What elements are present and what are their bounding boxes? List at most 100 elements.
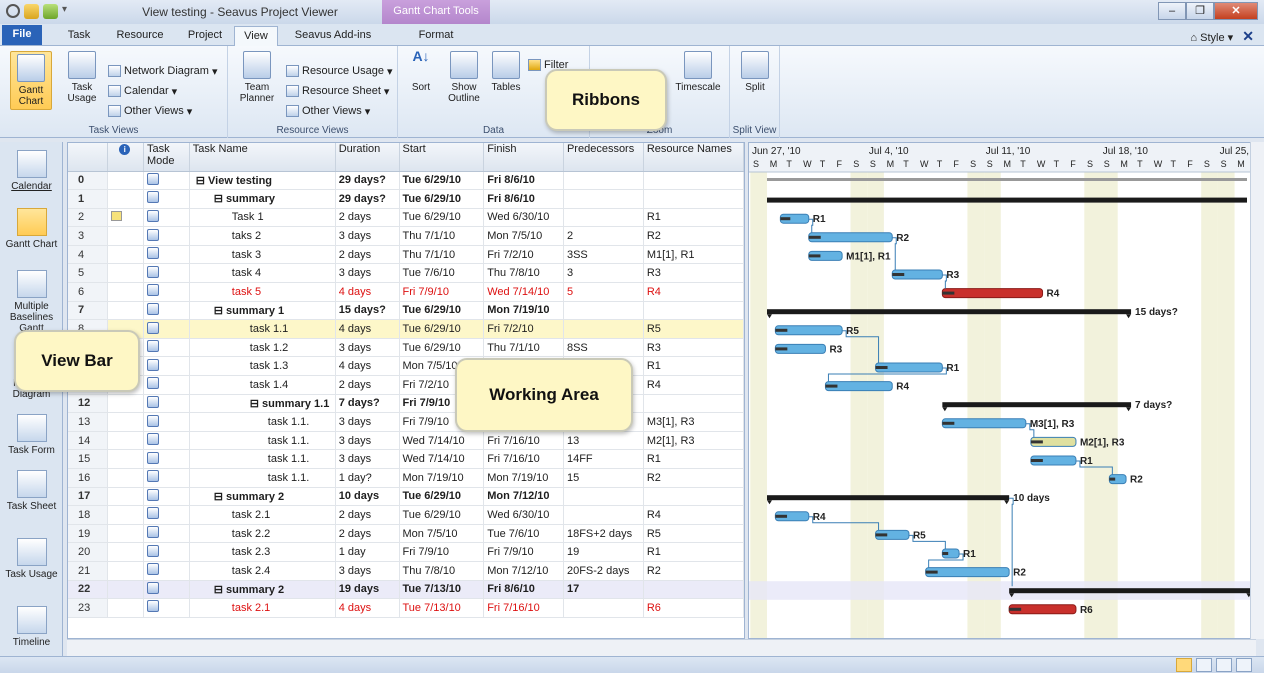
cell-duration[interactable]: 4 days — [335, 356, 400, 377]
cell-finish[interactable]: Mon 7/12/10 — [483, 487, 564, 507]
cell-duration[interactable]: 3 days — [335, 449, 400, 469]
cell-task-name[interactable]: task 1.1. — [189, 431, 336, 451]
table-row[interactable]: 13task 1.1.3 daysFri 7/9/10Tue 7/13/10M3… — [68, 412, 744, 432]
minimize-ribbon-icon[interactable]: ⌂ — [1190, 32, 1197, 44]
cell-duration[interactable]: 1 day? — [335, 468, 400, 488]
column-header-task-mode[interactable]: Task Mode — [143, 143, 190, 172]
cell-start[interactable]: Thu 7/8/10 — [399, 561, 485, 581]
cell-task-mode[interactable] — [143, 524, 190, 544]
cell-task-mode[interactable] — [143, 245, 190, 265]
team-planner-button[interactable]: Team Planner — [234, 51, 280, 104]
cell-task-name[interactable]: task 1.1. — [189, 412, 336, 432]
tab-seavus-addins[interactable]: Seavus Add-ins — [290, 26, 376, 46]
cell-resource-names[interactable]: M3[1], R3 — [643, 412, 744, 432]
collapse-icon[interactable]: ⊟ — [214, 491, 226, 503]
cell-row-id[interactable]: 1 — [68, 189, 109, 209]
cell-task-name[interactable]: ⊟ summary 1 — [189, 301, 336, 321]
cell-finish[interactable]: Mon 7/5/10 — [483, 226, 564, 246]
minimize-icon[interactable]: – — [1158, 2, 1186, 20]
cell-predecessors[interactable] — [563, 171, 644, 191]
cell-task-mode[interactable] — [143, 356, 190, 377]
cell-predecessors[interactable]: 5 — [563, 282, 644, 302]
cell-indicators[interactable] — [107, 282, 144, 302]
column-header-task-name[interactable]: Task Name — [189, 143, 336, 172]
cell-finish[interactable]: Wed 6/30/10 — [483, 505, 564, 525]
cell-row-id[interactable]: 6 — [68, 282, 109, 302]
cell-task-mode[interactable] — [143, 580, 190, 600]
cell-duration[interactable]: 3 days — [335, 431, 400, 451]
cell-resource-names[interactable]: R2 — [643, 468, 744, 488]
close-document-icon[interactable]: ✕ — [1242, 28, 1254, 44]
cell-finish[interactable]: Fri 8/6/10 — [483, 189, 564, 209]
cell-predecessors[interactable]: 2 — [563, 226, 644, 246]
cell-resource-names[interactable]: M1[1], R1 — [643, 245, 744, 265]
cell-task-mode[interactable] — [143, 412, 190, 432]
cell-task-name[interactable]: task 1.1 — [189, 319, 336, 339]
cell-resource-names[interactable]: R1 — [643, 208, 744, 228]
cell-row-id[interactable]: 4 — [68, 245, 109, 265]
calendar-button[interactable]: Calendar ▾ — [108, 82, 177, 100]
cell-resource-names[interactable]: R4 — [643, 505, 744, 525]
cell-finish[interactable]: Mon 7/19/10 — [483, 301, 564, 321]
column-header-start[interactable]: Start — [399, 143, 485, 172]
cell-finish[interactable]: Fri 8/6/10 — [483, 171, 564, 191]
cell-task-mode[interactable] — [143, 319, 190, 339]
table-row[interactable]: 8task 1.14 daysTue 6/29/10Fri 7/2/10R5 — [68, 319, 744, 339]
resource-usage-button[interactable]: Resource Usage ▾ — [286, 62, 392, 80]
tab-resource[interactable]: Resource — [112, 26, 168, 46]
cell-predecessors[interactable]: 13 — [563, 431, 644, 451]
cell-finish[interactable]: Thu 7/1/10 — [483, 338, 564, 358]
cell-duration[interactable]: 7 days? — [335, 394, 400, 414]
cell-row-id[interactable]: 2 — [68, 208, 109, 228]
table-row[interactable]: 18 task 2.1 2 days Tue 6/29/10 Wed 6/30/10 R4 — [68, 505, 744, 525]
cell-row-id[interactable]: 0 — [68, 171, 109, 191]
cell-task-name[interactable]: task 5 — [189, 282, 336, 302]
cell-resource-names[interactable]: R4 — [643, 375, 744, 395]
column-header-resource-names[interactable]: Resource Names — [643, 143, 744, 172]
cell-task-name[interactable]: task 4 — [189, 263, 336, 284]
view-bar-task-usage[interactable]: Task Usage — [0, 538, 63, 580]
table-row[interactable]: 2 Task 1 2 days Tue 6/29/10 Wed 6/30/10 R1 — [68, 208, 744, 228]
cell-duration[interactable]: 4 days — [335, 282, 400, 302]
cell-indicators[interactable] — [107, 208, 144, 228]
cell-finish[interactable]: Tue 7/6/10 — [483, 524, 564, 544]
gantt-chart-button[interactable]: Gantt Chart — [10, 51, 52, 110]
cell-task-mode[interactable] — [143, 338, 190, 358]
cell-indicators[interactable] — [107, 449, 144, 469]
cell-resource-names[interactable]: R3 — [643, 263, 744, 284]
cell-resource-names[interactable]: R1 — [643, 449, 744, 469]
cell-duration[interactable]: 15 days? — [335, 301, 400, 321]
vertical-scrollbar[interactable] — [1250, 142, 1264, 639]
cell-indicators[interactable] — [107, 431, 144, 451]
cell-task-mode[interactable] — [143, 301, 190, 321]
cell-start[interactable]: Tue 6/29/10 — [399, 487, 485, 507]
style-label[interactable]: Style — [1200, 32, 1224, 44]
split-button[interactable]: Split — [738, 51, 772, 93]
cell-task-mode[interactable] — [143, 226, 190, 246]
collapse-icon[interactable]: ⊟ — [214, 193, 226, 205]
cell-start[interactable]: Tue 6/29/10 — [399, 171, 485, 191]
cell-resource-names[interactable]: R4 — [643, 282, 744, 302]
cell-duration[interactable]: 2 days — [335, 245, 400, 265]
column-header-finish[interactable]: Finish — [483, 143, 564, 172]
cell-start[interactable]: Tue 6/29/10 — [399, 338, 485, 358]
cell-resource-names[interactable]: R3 — [643, 338, 744, 358]
cell-start[interactable]: Wed 7/14/10 — [399, 449, 485, 469]
indicators-header[interactable]: i — [107, 143, 144, 172]
cell-row-id[interactable]: 22 — [68, 580, 109, 600]
table-row[interactable]: 9task 1.23 daysTue 6/29/10Thu 7/1/108SSR… — [68, 338, 744, 358]
cell-row-id[interactable]: 5 — [68, 263, 109, 284]
close-icon[interactable]: ✕ — [1214, 2, 1258, 20]
cell-indicators[interactable] — [107, 468, 144, 488]
cell-start[interactable]: Tue 7/13/10 — [399, 580, 485, 600]
table-row[interactable]: 4 task 3 2 days Thu 7/1/10 Fri 7/2/10 3SS M1[1… — [68, 245, 744, 265]
cell-finish[interactable]: Fri 7/16/10 — [483, 431, 564, 451]
cell-duration[interactable]: 29 days? — [335, 171, 400, 191]
table-row[interactable]: 5 task 4 3 days Tue 7/6/10 Thu 7/8/10 3 R3 — [68, 263, 744, 284]
cell-task-mode[interactable] — [143, 468, 190, 488]
cell-finish[interactable]: Fri 8/6/10 — [483, 580, 564, 600]
cell-predecessors[interactable]: 20FS-2 days — [563, 561, 644, 581]
cell-start[interactable]: Fri 7/9/10 — [399, 542, 485, 562]
tab-file[interactable]: File — [2, 25, 42, 45]
table-row[interactable]: 22 ⊟ summary 2 19 days Tue 7/13/10 Fri 8/6/1… — [68, 580, 744, 600]
